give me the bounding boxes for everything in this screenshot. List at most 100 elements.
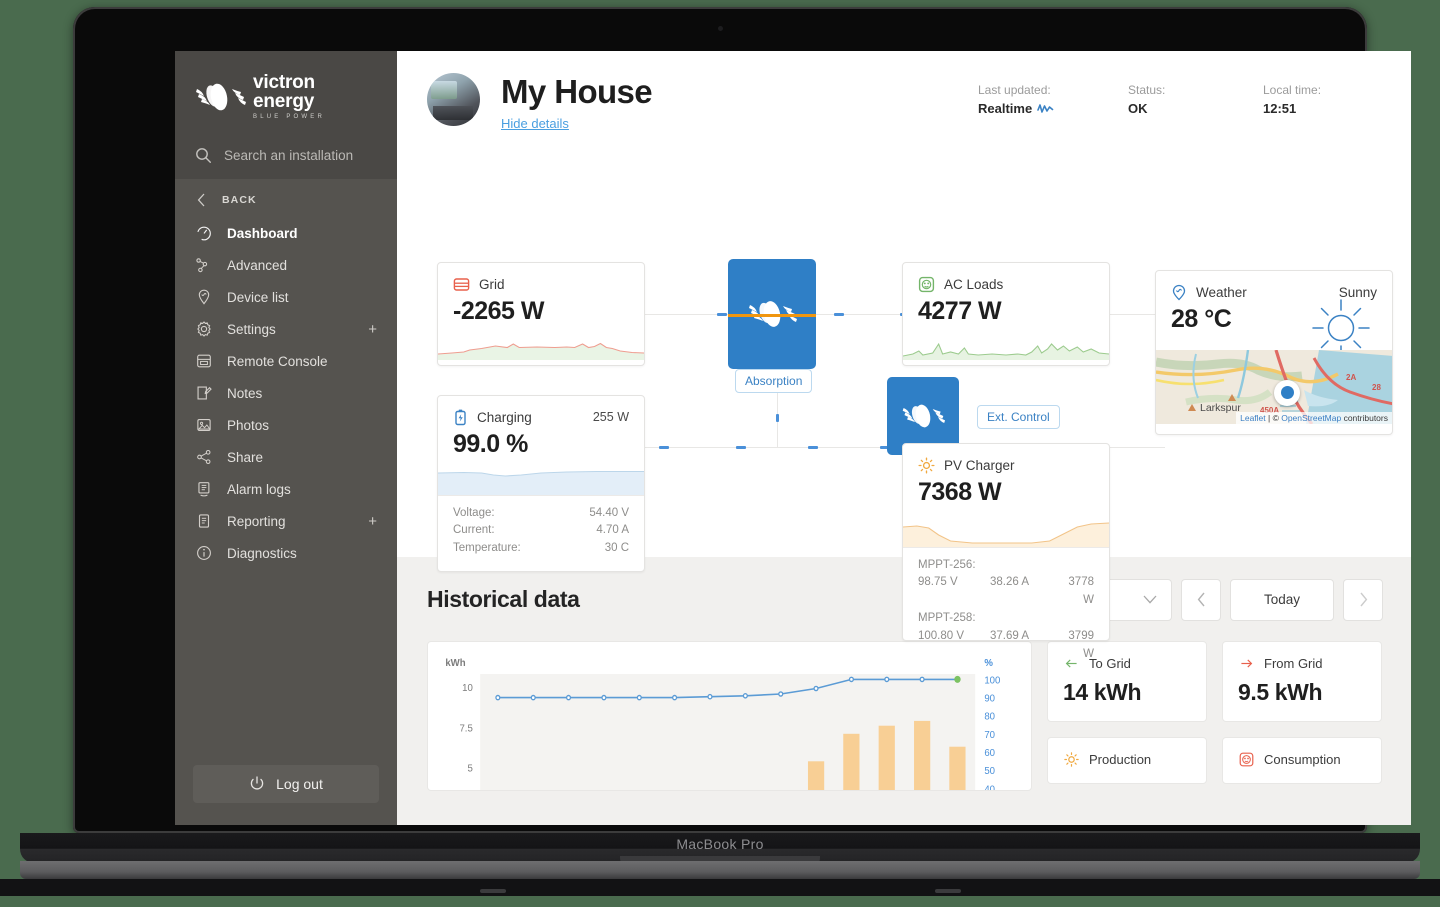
sidebar-nav: BACK Dashboard Advanced Device list Setting…: [175, 179, 397, 747]
sidebar-back-label: BACK: [222, 194, 257, 206]
card-grid-head: Grid: [438, 263, 644, 293]
sidebar-item-label: Photos: [227, 417, 270, 433]
sidebar-item-diagnostics[interactable]: Diagnostics: [175, 537, 397, 569]
mppt-voltage: 100.80 V: [918, 629, 965, 642]
attr-sep: | ©: [1265, 412, 1282, 423]
card-pv-charger-label: PV Charger: [944, 457, 1015, 473]
sidebar-item-share[interactable]: Share: [175, 441, 397, 473]
victron-logo-icon: [196, 83, 246, 110]
page-header: My House Hide details Last updated: Real…: [397, 51, 1411, 137]
grid-sparkline: [438, 342, 644, 360]
laptop-model-label: MacBook Pro: [676, 836, 764, 852]
detail-key: Current:: [453, 524, 495, 537]
victron-device-icon: [902, 404, 946, 427]
sidebar-item-label: Notes: [227, 385, 263, 401]
card-pv-charger-value: 7368 W: [918, 477, 1002, 506]
logout-button[interactable]: Log out: [193, 765, 379, 803]
chevron-right-icon: [1359, 592, 1367, 607]
expand-icon[interactable]: +: [368, 514, 377, 529]
map-attribution: Leaflet | © OpenStreetMap contributors: [1236, 411, 1392, 424]
svg-text:2A: 2A: [1346, 373, 1356, 382]
map-town-label: Larkspur: [1200, 401, 1241, 414]
sidebar-item-settings[interactable]: Settings +: [175, 313, 397, 345]
flow-dash: [808, 445, 818, 449]
mppt-values-row: 100.80 V 37.69 A 3799 W: [918, 628, 1094, 664]
flow-dash: [834, 312, 844, 316]
logout-label: Log out: [276, 776, 323, 792]
card-ac-loads[interactable]: AC Loads 4277 W: [902, 261, 1110, 366]
svg-text:5: 5: [467, 763, 473, 774]
leaflet-link[interactable]: Leaflet: [1240, 413, 1266, 423]
card-battery-power: 255 W: [592, 410, 629, 425]
card-battery[interactable]: Charging 255 W 99.0 % Voltage: 54.40 V Cur…: [437, 394, 645, 572]
sidebar-back-button[interactable]: BACK: [175, 181, 397, 217]
battery-sparkline: [438, 470, 644, 495]
search-input[interactable]: [224, 148, 374, 163]
sidebar-item-label: Diagnostics: [227, 545, 297, 561]
main-content: My House Hide details Last updated: Real…: [397, 51, 1411, 825]
sidebar: victron energy BLUE POWER Search an inst…: [175, 51, 397, 825]
card-weather[interactable]: Weather Sunny 28 °C 2A 28 450A Larkspur …: [1155, 269, 1393, 435]
summary-card-production[interactable]: Production: [1047, 736, 1207, 784]
card-ac-loads-value: 4277 W: [918, 296, 1002, 325]
card-grid[interactable]: Grid -2265 W: [437, 261, 645, 366]
attr-suffix: contributors: [1341, 412, 1388, 423]
sidebar-item-device-list[interactable]: Device list: [175, 281, 397, 313]
osm-link[interactable]: OpenStreetMap: [1281, 413, 1341, 423]
next-day-button[interactable]: [1343, 578, 1383, 621]
card-pv-charger[interactable]: PV Charger 7368 W MPPT-256: 98.75 V 38.26 …: [902, 442, 1110, 660]
detail-key: Voltage:: [453, 506, 495, 519]
card-battery-label: Charging: [477, 409, 532, 425]
svg-text:7.5: 7.5: [459, 723, 473, 734]
sidebar-item-alarm-logs[interactable]: Alarm logs: [175, 473, 397, 505]
charger-control-badge[interactable]: Ext. Control: [977, 404, 1060, 429]
mppt-current: 38.26 A: [990, 576, 1030, 589]
brand-logo-block[interactable]: victron energy BLUE POWER: [175, 51, 397, 136]
gear-icon: [197, 321, 211, 337]
stat-local-time: Local time: 12:51: [1263, 83, 1383, 116]
sidebar-item-remote-console[interactable]: Remote Console: [175, 345, 397, 377]
today-button[interactable]: Today: [1230, 578, 1334, 621]
sidebar-item-advanced[interactable]: Advanced: [175, 249, 397, 281]
location-icon: [1172, 284, 1186, 301]
hide-details-link[interactable]: Hide details: [501, 116, 569, 131]
card-battery-head: Charging 255 W: [438, 396, 644, 426]
detail-value: 54.40 V: [589, 506, 629, 519]
status-bar: Last updated: Realtime Status: OK Local …: [978, 73, 1383, 116]
battery-icon: [455, 409, 466, 425]
sidebar-item-notes[interactable]: Notes: [175, 377, 397, 409]
status-badge: OK: [1128, 101, 1148, 116]
summary-card-label: Production: [1089, 751, 1152, 767]
mppt-detail-table: MPPT-256: 98.75 V 38.26 A 3778 W MPPT-258: 10…: [903, 546, 1109, 674]
weather-map[interactable]: 2A 28 450A Larkspur Leaflet | © OpenStre…: [1156, 349, 1392, 424]
brand-name: victron energy: [253, 72, 315, 112]
inverter-state-badge[interactable]: Absorption: [735, 368, 813, 393]
summary-card-from-grid[interactable]: From Grid 9.5 kWh: [1222, 640, 1382, 722]
search-icon: [196, 148, 212, 164]
inverter-device[interactable]: [728, 258, 816, 369]
laptop-foot-left: [480, 889, 506, 893]
report-icon: [198, 514, 210, 528]
stat-label: Last updated:: [978, 83, 1051, 97]
svg-text:100: 100: [984, 675, 1000, 686]
sidebar-item-photos[interactable]: Photos: [175, 409, 397, 441]
ac-loads-sparkline: [903, 342, 1109, 360]
summary-card-head: Production: [1063, 751, 1191, 768]
chevron-down-icon: [1143, 595, 1157, 604]
chevron-left-icon: [197, 193, 205, 207]
avatar[interactable]: [427, 73, 480, 126]
sidebar-item-reporting[interactable]: Reporting +: [175, 505, 397, 537]
mppt-power: 3778 W: [1068, 576, 1094, 607]
card-pv-charger-head: PV Charger: [903, 444, 1109, 474]
stat-label: Status:: [1128, 83, 1166, 97]
realtime-value: Realtime: [978, 101, 1033, 116]
previous-day-button[interactable]: [1181, 578, 1221, 621]
mppt-name: MPPT-256:: [918, 558, 976, 571]
sidebar-item-dashboard[interactable]: Dashboard: [175, 217, 397, 249]
search-row[interactable]: [175, 136, 397, 179]
expand-icon[interactable]: +: [368, 322, 377, 337]
mppt-values-row: 98.75 V 38.26 A 3778 W: [918, 574, 1094, 610]
flow-dash-vertical: [776, 413, 779, 422]
power-icon: [250, 776, 264, 790]
summary-card-consumption[interactable]: Consumption: [1222, 736, 1382, 784]
